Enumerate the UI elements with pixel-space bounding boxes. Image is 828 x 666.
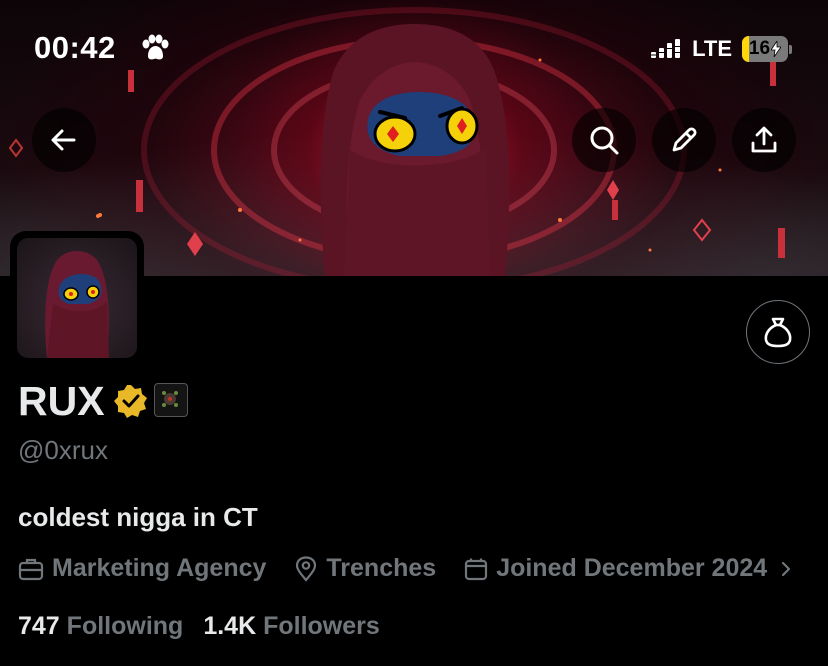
joined-label: Joined December 2024	[496, 554, 768, 582]
verified-badge-icon[interactable]	[114, 384, 148, 418]
tip-button[interactable]	[746, 300, 810, 364]
arrow-left-icon	[51, 129, 76, 151]
chevron-right-icon	[782, 561, 791, 576]
status-time: 00:42	[34, 30, 116, 65]
network-type: LTE	[692, 36, 732, 61]
paw-icon	[142, 34, 169, 60]
following-label: Following	[66, 612, 184, 640]
location-pin-icon	[296, 555, 317, 582]
status-indicators: LTE 16	[650, 36, 792, 62]
avatar[interactable]	[10, 231, 144, 365]
money-bag-icon	[764, 317, 792, 348]
edit-button[interactable]	[652, 108, 716, 172]
profile-handle: @0xrux	[18, 435, 108, 465]
affiliate-logo-icon	[162, 391, 178, 407]
pencil-icon	[672, 127, 697, 152]
briefcase-icon	[18, 558, 44, 580]
category-item: Marketing Agency	[18, 554, 266, 583]
location-item: Trenches	[294, 554, 436, 583]
search-button[interactable]	[572, 108, 636, 172]
calendar-icon	[465, 558, 488, 580]
share-icon	[751, 126, 777, 153]
joined-item[interactable]: Joined December 2024	[464, 554, 793, 583]
following-count: 747	[18, 612, 60, 640]
followers-count: 1.4K	[203, 612, 257, 640]
followers-label: Followers	[263, 612, 380, 640]
following-link[interactable]: 747 Following	[18, 612, 183, 641]
affiliate-badge[interactable]	[154, 383, 188, 417]
battery-level: 16	[748, 38, 771, 59]
share-button[interactable]	[732, 108, 796, 172]
display-name: RUX	[18, 378, 105, 424]
back-button[interactable]	[32, 108, 96, 172]
battery-icon: 16	[742, 36, 792, 62]
profile-bio: coldest nigga in CT	[18, 502, 258, 532]
charging-bolt-icon	[771, 41, 782, 57]
category-label: Marketing Agency	[52, 554, 267, 582]
followers-link[interactable]: 1.4K Followers	[203, 612, 379, 641]
profile-meta: Marketing Agency Trenches Joined Decembe…	[18, 554, 793, 583]
follow-stats: 747 Following 1.4K Followers	[18, 612, 400, 641]
search-icon	[590, 126, 619, 155]
location-label: Trenches	[326, 554, 437, 582]
avatar-image	[45, 251, 109, 358]
signal-icon	[651, 39, 681, 58]
